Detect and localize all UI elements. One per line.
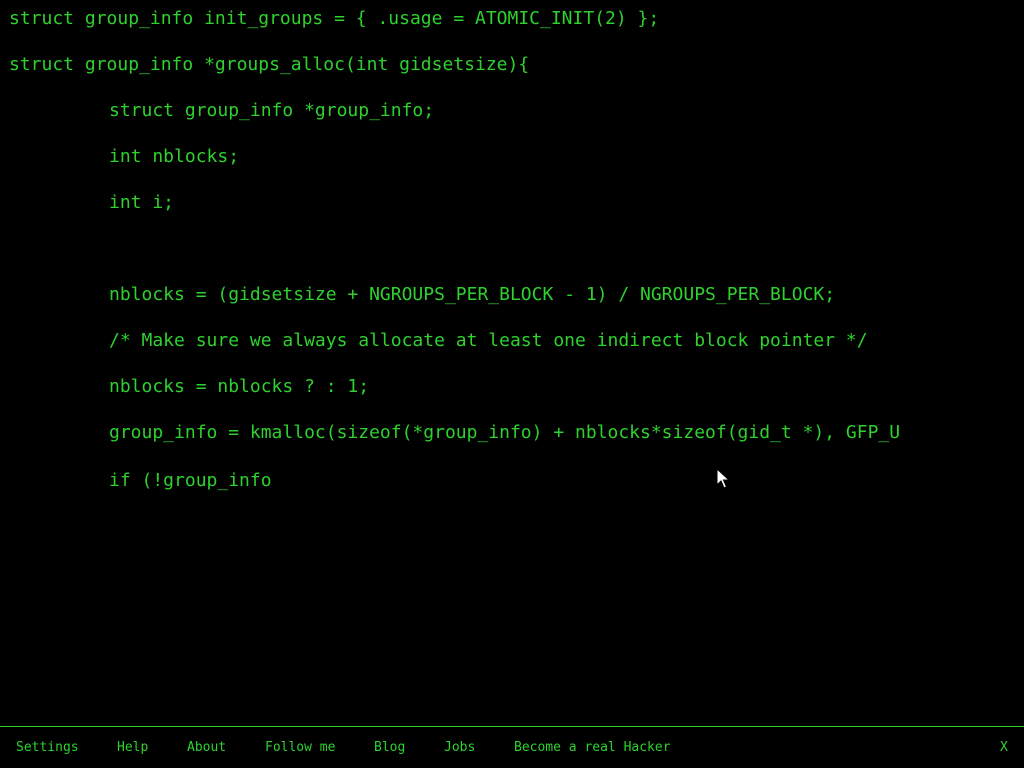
code-line: struct group_info *group_info; bbox=[109, 100, 435, 121]
settings-link[interactable]: Settings bbox=[16, 740, 79, 756]
blog-link[interactable]: Blog bbox=[374, 740, 405, 756]
jobs-link[interactable]: Jobs bbox=[444, 740, 475, 756]
close-button[interactable]: X bbox=[1000, 740, 1008, 756]
about-link[interactable]: About bbox=[187, 740, 226, 756]
code-line: if (!group_info bbox=[109, 470, 272, 491]
follow-me-link[interactable]: Follow me bbox=[265, 740, 335, 756]
become-hacker-link[interactable]: Become a real Hacker bbox=[514, 740, 671, 756]
code-line: group_info = kmalloc(sizeof(*group_info)… bbox=[109, 422, 901, 443]
code-line: int i; bbox=[109, 192, 175, 213]
code-line: /* Make sure we always allocate at least… bbox=[109, 330, 868, 351]
code-line: struct group_info *groups_alloc(int gids… bbox=[9, 54, 530, 75]
code-line: int nblocks; bbox=[109, 146, 240, 167]
mouse-pointer-icon bbox=[716, 468, 730, 489]
code-line: nblocks = nblocks ? : 1; bbox=[109, 376, 370, 397]
footer-menu-bar: Settings Help About Follow me Blog Jobs … bbox=[0, 726, 1024, 768]
code-editor-area: struct group_info init_groups = { .usage… bbox=[0, 0, 1024, 726]
help-link[interactable]: Help bbox=[117, 740, 148, 756]
code-line: nblocks = (gidsetsize + NGROUPS_PER_BLOC… bbox=[109, 284, 836, 305]
code-line: struct group_info init_groups = { .usage… bbox=[9, 8, 660, 29]
